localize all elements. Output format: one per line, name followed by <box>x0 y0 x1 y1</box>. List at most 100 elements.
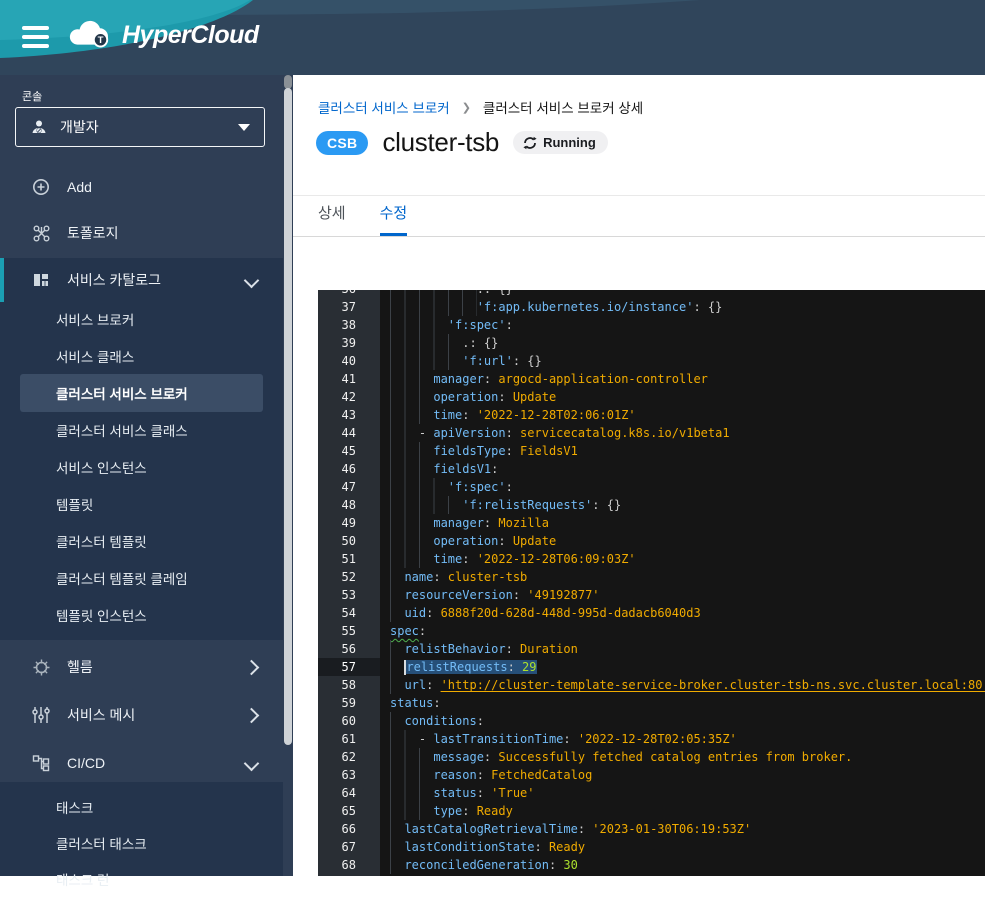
code-line[interactable]: 40'f:url': {} <box>318 352 985 370</box>
code-line[interactable]: 55spec: <box>318 622 985 640</box>
line-number: 59 <box>318 694 380 712</box>
code-line[interactable]: 68reconciledGeneration: 30 <box>318 856 985 874</box>
sidebar-item-label: 서비스 카탈로그 <box>67 270 161 290</box>
cicd-pipeline-icon <box>30 753 52 773</box>
line-number: 61 <box>318 730 380 748</box>
code-line[interactable]: 36.: {} <box>318 290 985 298</box>
code-line[interactable]: 37'f:app.kubernetes.io/instance': {} <box>318 298 985 316</box>
chevron-down-icon <box>244 273 260 289</box>
code-line[interactable]: 58url: 'http://cluster-template-service-… <box>318 676 985 694</box>
sidebar-item-helm[interactable]: 헬름 <box>0 648 283 686</box>
line-number: 38 <box>318 316 380 334</box>
code-line[interactable]: 41manager: argocd-application-controller <box>318 370 985 388</box>
sync-running-icon <box>523 136 537 150</box>
sidebar-item-topology[interactable]: 토폴로지 <box>0 214 283 252</box>
line-number: 49 <box>318 514 380 532</box>
line-number: 41 <box>318 370 380 388</box>
topology-icon <box>30 223 52 244</box>
code-line[interactable]: 43time: '2022-12-28T02:06:01Z' <box>318 406 985 424</box>
resource-kind-badge: CSB <box>316 131 368 155</box>
status-text: Running <box>543 135 596 150</box>
scrollbar-thumb[interactable] <box>284 88 292 745</box>
code-line[interactable]: 57relistRequests: 29 <box>318 658 985 676</box>
code-line[interactable]: 49manager: Mozilla <box>318 514 985 532</box>
code-line[interactable]: 38'f:spec': <box>318 316 985 334</box>
code-line[interactable]: 39.: {} <box>318 334 985 352</box>
code-line[interactable]: 60conditions: <box>318 712 985 730</box>
selected-text: relistRequests: 29 <box>406 660 536 674</box>
sidebar-item-service-class[interactable]: 서비스 클래스 <box>0 337 283 374</box>
code-line[interactable]: 65type: Ready <box>318 802 985 820</box>
code-line[interactable]: 52name: cluster-tsb <box>318 568 985 586</box>
sidebar-item-label: Add <box>67 179 92 195</box>
sidebar: 콘솔 개발자 Add 토폴로지 <box>0 75 283 876</box>
line-number: 60 <box>318 712 380 730</box>
cloud-logo-icon: T <box>66 20 112 50</box>
sidebar-item-service-broker[interactable]: 서비스 브로커 <box>0 300 283 337</box>
perspective-dropdown[interactable]: 개발자 <box>15 107 265 147</box>
sidebar-item-cluster-task[interactable]: 클러스터 태스크 <box>0 824 283 861</box>
page-title: cluster-tsb <box>382 127 499 158</box>
code-line[interactable]: 53resourceVersion: '49192877' <box>318 586 985 604</box>
code-line[interactable]: 47'f:spec': <box>318 478 985 496</box>
code-line[interactable]: 48'f:relistRequests': {} <box>318 496 985 514</box>
code-line[interactable]: 42operation: Update <box>318 388 985 406</box>
sidebar-item-cluster-service-class[interactable]: 클러스터 서비스 클래스 <box>0 411 283 448</box>
code-line[interactable]: 50operation: Update <box>318 532 985 550</box>
brand-name: HyperCloud <box>122 21 259 50</box>
sidebar-item-cluster-template-claim[interactable]: 클러스터 템플릿 클레임 <box>0 559 283 596</box>
sidebar-item-add[interactable]: Add <box>0 168 283 206</box>
code-line[interactable]: 56relistBehavior: Duration <box>318 640 985 658</box>
code-line[interactable]: 66lastCatalogRetrievalTime: '2023-01-30T… <box>318 820 985 838</box>
line-number: 54 <box>318 604 380 622</box>
code-line[interactable]: 61- lastTransitionTime: '2022-12-28T02:0… <box>318 730 985 748</box>
code-line[interactable]: 63reason: FetchedCatalog <box>318 766 985 784</box>
sidebar-item-label: 서비스 메시 <box>67 705 135 725</box>
sidebar-item-service-catalog[interactable]: 서비스 카탈로그 <box>0 261 283 299</box>
sidebar-item-template-instance[interactable]: 템플릿 인스턴스 <box>0 596 283 633</box>
breadcrumb-current: 클러스터 서비스 브로커 상세 <box>483 97 643 117</box>
sidebar-item-task[interactable]: 태스크 <box>0 788 283 825</box>
code-line[interactable]: 54uid: 6888f20d-628d-448d-995d-dadacb604… <box>318 604 985 622</box>
scrollbar-track-cap <box>284 75 292 89</box>
code-line[interactable]: 64status: 'True' <box>318 784 985 802</box>
code-line[interactable]: 46fieldsV1: <box>318 460 985 478</box>
code-line[interactable]: 59status: <box>318 694 985 712</box>
code-line[interactable]: 67lastConditionState: Ready <box>318 838 985 856</box>
breadcrumb-link[interactable]: 클러스터 서비스 브로커 <box>318 97 450 117</box>
hamburger-menu-button[interactable] <box>22 26 49 48</box>
sidebar-item-service-instance[interactable]: 서비스 인스턴스 <box>0 448 283 485</box>
code-line[interactable]: 62message: Successfully fetched catalog … <box>318 748 985 766</box>
line-number: 47 <box>318 478 380 496</box>
code-line[interactable]: 45fieldsType: FieldsV1 <box>318 442 985 460</box>
tab-edit[interactable]: 수정 <box>380 202 408 236</box>
brand-logo[interactable]: T HyperCloud <box>66 20 259 50</box>
line-number: 45 <box>318 442 380 460</box>
sidebar-item-cicd[interactable]: CI/CD <box>0 744 283 782</box>
divider <box>293 195 985 196</box>
line-number: 48 <box>318 496 380 514</box>
svg-text:T: T <box>98 35 104 46</box>
yaml-editor[interactable]: 36.: {}37'f:app.kubernetes.io/instance':… <box>318 290 985 876</box>
service-catalog-icon <box>30 270 52 290</box>
sidebar-item-template[interactable]: 템플릿 <box>0 485 283 522</box>
line-number: 63 <box>318 766 380 784</box>
code-line[interactable]: 51time: '2022-12-28T06:09:03Z' <box>318 550 985 568</box>
line-number: 42 <box>318 388 380 406</box>
chevron-down-icon <box>244 756 260 772</box>
line-number: 46 <box>318 460 380 478</box>
resource-title-row: CSB cluster-tsb Running <box>316 127 608 158</box>
line-number: 52 <box>318 568 380 586</box>
sidebar-item-task-run[interactable]: 태스크 런 <box>0 860 283 897</box>
line-number: 62 <box>318 748 380 766</box>
line-number: 44 <box>318 424 380 442</box>
line-number: 58 <box>318 676 380 694</box>
sidebar-item-service-mesh[interactable]: 서비스 메시 <box>0 696 283 734</box>
perspective-label: 개발자 <box>60 117 99 137</box>
tab-bar: 상세 수정 <box>318 202 407 236</box>
tab-detail[interactable]: 상세 <box>318 202 346 236</box>
code-line[interactable]: 44- apiVersion: servicecatalog.k8s.io/v1… <box>318 424 985 442</box>
add-icon <box>30 177 52 197</box>
sidebar-item-cluster-service-broker[interactable]: 클러스터 서비스 브로커 <box>20 374 263 412</box>
sidebar-item-cluster-template[interactable]: 클러스터 템플릿 <box>0 522 283 559</box>
